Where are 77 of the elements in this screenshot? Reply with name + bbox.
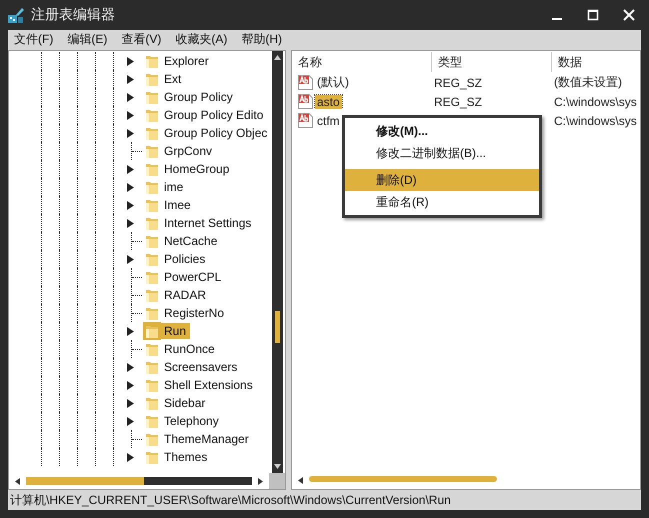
context-menu-item[interactable]: 重命名(R): [345, 191, 539, 213]
column-header[interactable]: 类型: [432, 52, 552, 72]
close-icon[interactable]: [623, 9, 635, 21]
expand-arrow-icon[interactable]: [127, 92, 134, 102]
string-value-icon: [298, 113, 313, 128]
expand-arrow-icon[interactable]: [127, 128, 134, 138]
expand-arrow-icon[interactable]: [127, 326, 134, 336]
scroll-left-icon[interactable]: [15, 478, 20, 484]
value-data: C:\windows\sys: [554, 94, 637, 108]
value-data: (数值未设置): [554, 74, 622, 91]
context-menu-item[interactable]: 修改二进制数据(B)...: [345, 142, 539, 164]
tree-item[interactable]: Ext: [161, 71, 186, 87]
scroll-thumb[interactable]: [309, 476, 497, 482]
tree-item[interactable]: Group Policy Objec: [161, 125, 272, 141]
tree-item[interactable]: RegisterNo: [161, 305, 228, 321]
expand-arrow-icon[interactable]: [127, 74, 134, 84]
tree-item[interactable]: ThemeManager: [161, 431, 253, 447]
maximize-icon[interactable]: [587, 9, 599, 21]
context-menu-item[interactable]: 删除(D): [345, 164, 539, 191]
tree-item[interactable]: Telephony: [161, 413, 223, 429]
value-type: REG_SZ: [434, 76, 482, 90]
value-name[interactable]: asto: [315, 94, 342, 108]
tree-item[interactable]: Run: [161, 323, 190, 339]
scroll-left-icon[interactable]: [298, 476, 303, 484]
expand-arrow-icon[interactable]: [127, 182, 134, 192]
expand-arrow-icon[interactable]: [127, 56, 134, 66]
tree-item[interactable]: ime: [161, 179, 188, 195]
value-data: C:\windows\sys: [554, 114, 637, 128]
menu-item[interactable]: 帮助(H): [241, 30, 282, 48]
tree-item[interactable]: RADAR: [161, 287, 210, 303]
scroll-up-icon[interactable]: [274, 55, 281, 60]
menu-item[interactable]: 收藏夹(A): [175, 30, 228, 48]
tree-item[interactable]: Group Policy: [161, 89, 237, 105]
expand-arrow-icon[interactable]: [127, 164, 134, 174]
expand-arrow-icon[interactable]: [127, 200, 134, 210]
tree-item[interactable]: Screensavers: [161, 359, 242, 375]
column-header[interactable]: 名称: [292, 52, 432, 72]
tree-item[interactable]: Shell Extensions: [161, 377, 257, 393]
tree-item[interactable]: GrpConv: [161, 143, 216, 159]
context-menu-item[interactable]: 修改(M)...: [345, 120, 539, 142]
tree-item[interactable]: NetCache: [161, 233, 222, 249]
menu-item[interactable]: 查看(V): [121, 30, 162, 48]
tree-item[interactable]: Explorer: [161, 53, 213, 69]
scrollbar-corner: [269, 473, 285, 489]
tree-item[interactable]: HomeGroup: [161, 161, 234, 177]
value-name[interactable]: (默认): [315, 74, 351, 91]
tree-item[interactable]: Themes: [161, 449, 212, 465]
tree-item[interactable]: Imee: [161, 197, 195, 213]
expand-arrow-icon[interactable]: [127, 110, 134, 120]
expand-arrow-icon[interactable]: [127, 380, 134, 390]
tree-item[interactable]: PowerCPL: [161, 269, 226, 285]
string-value-icon: [298, 94, 313, 109]
expand-arrow-icon[interactable]: [127, 416, 134, 426]
expand-arrow-icon[interactable]: [127, 362, 134, 372]
scroll-thumb[interactable]: [26, 477, 144, 485]
column-header[interactable]: 数据: [552, 52, 640, 72]
vertical-scrollbar[interactable]: [272, 51, 283, 473]
tree-item[interactable]: Internet Settings: [161, 215, 256, 231]
menu-item[interactable]: 编辑(E): [67, 30, 108, 48]
status-path: 计算机\HKEY_CURRENT_USER\Software\Microsoft\Windows\CurrentVersion\Run: [10, 492, 451, 508]
string-value-icon: [298, 75, 313, 90]
registry-editor-icon: [7, 6, 25, 24]
tree-item[interactable]: Sidebar: [161, 395, 210, 411]
value-name[interactable]: ctfm: [315, 114, 342, 128]
scroll-thumb[interactable]: [275, 311, 280, 343]
window-title: 注册表编辑器: [31, 6, 115, 24]
tree-item[interactable]: RunOnce: [161, 341, 219, 357]
menu-item[interactable]: 文件(F): [14, 30, 54, 48]
expand-arrow-icon[interactable]: [127, 452, 134, 462]
tree-item[interactable]: Group Policy Edito: [161, 107, 268, 123]
expand-arrow-icon[interactable]: [127, 398, 134, 408]
tree-item[interactable]: Policies: [161, 251, 210, 267]
expand-arrow-icon[interactable]: [127, 218, 134, 228]
value-type: REG_SZ: [434, 94, 482, 108]
scroll-down-icon[interactable]: [274, 464, 281, 469]
scroll-right-icon[interactable]: [258, 478, 263, 484]
expand-arrow-icon[interactable]: [127, 254, 134, 264]
